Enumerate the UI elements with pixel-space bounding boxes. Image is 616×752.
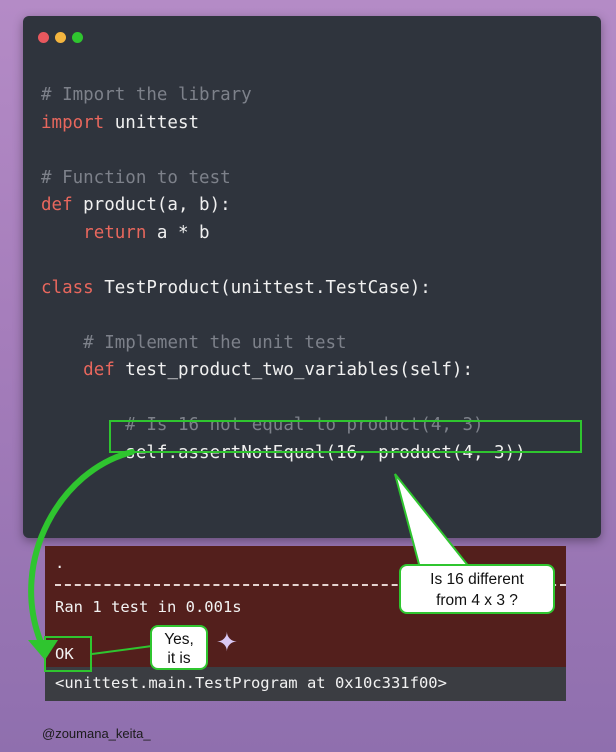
answer-callout: Yes, it is — [150, 625, 208, 670]
question-line-1: Is 16 different — [430, 571, 524, 588]
curved-arrow-icon — [28, 449, 135, 643]
author-handle: @zoumana_keita_ — [42, 726, 151, 741]
question-line-2: from 4 x 3 ? — [436, 592, 518, 609]
annotation-arrows — [28, 449, 473, 660]
answer-connector-line — [91, 645, 153, 655]
answer-line-2: it is — [167, 650, 191, 667]
question-callout-tail — [394, 473, 473, 569]
arrow-head-icon — [28, 640, 58, 660]
question-callout: Is 16 different from 4 x 3 ? — [399, 564, 555, 614]
sparkle-icon: ✦ — [216, 628, 238, 658]
answer-line-1: Yes, — [164, 631, 194, 648]
